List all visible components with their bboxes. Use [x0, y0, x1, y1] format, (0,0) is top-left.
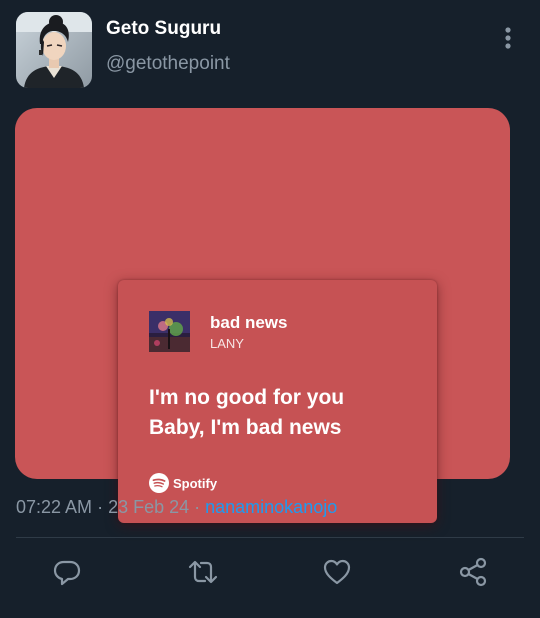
tweet-detail: Geto Suguru @getothepoint bad news LANY …: [0, 0, 540, 618]
reply-icon: [53, 560, 81, 586]
more-vertical-icon: [505, 27, 511, 49]
more-options-button[interactable]: [496, 24, 520, 54]
tweet-date: 23 Feb 24: [108, 497, 190, 517]
author-display-name[interactable]: Geto Suguru: [106, 18, 221, 40]
share-button[interactable]: [457, 556, 489, 588]
author-handle[interactable]: @getothepoint: [106, 53, 230, 75]
like-button[interactable]: [321, 556, 353, 588]
tweet-time: 07:22 AM: [16, 497, 93, 517]
spotify-logo: Spotify: [149, 473, 217, 493]
share-icon: [459, 557, 487, 587]
spotify-lyric-card: bad news LANY I'm no good for you Baby, …: [118, 280, 437, 523]
divider: [16, 537, 524, 538]
spotify-wordmark: Spotify: [173, 475, 218, 491]
tweet-source-link[interactable]: nanaminokanojo: [205, 497, 337, 517]
tweet-metadata: 07:22 AM · 23 Feb 24 · nanaminokanojo: [16, 497, 337, 518]
album-art: [149, 311, 190, 352]
heart-icon: [323, 559, 351, 585]
song-title: bad news: [210, 313, 288, 332]
reply-button[interactable]: [51, 556, 83, 588]
tweet-media[interactable]: bad news LANY I'm no good for you Baby, …: [15, 108, 510, 523]
lyric-line: Baby, I'm bad news: [149, 416, 342, 439]
spotify-icon: [149, 473, 169, 493]
meta-separator: ·: [189, 497, 206, 517]
avatar[interactable]: [16, 12, 92, 88]
retweet-button[interactable]: [187, 556, 219, 588]
song-artist: LANY: [210, 336, 244, 351]
lyric-line: I'm no good for you: [149, 386, 345, 409]
meta-separator: ·: [92, 497, 109, 517]
retweet-icon: [188, 560, 218, 584]
